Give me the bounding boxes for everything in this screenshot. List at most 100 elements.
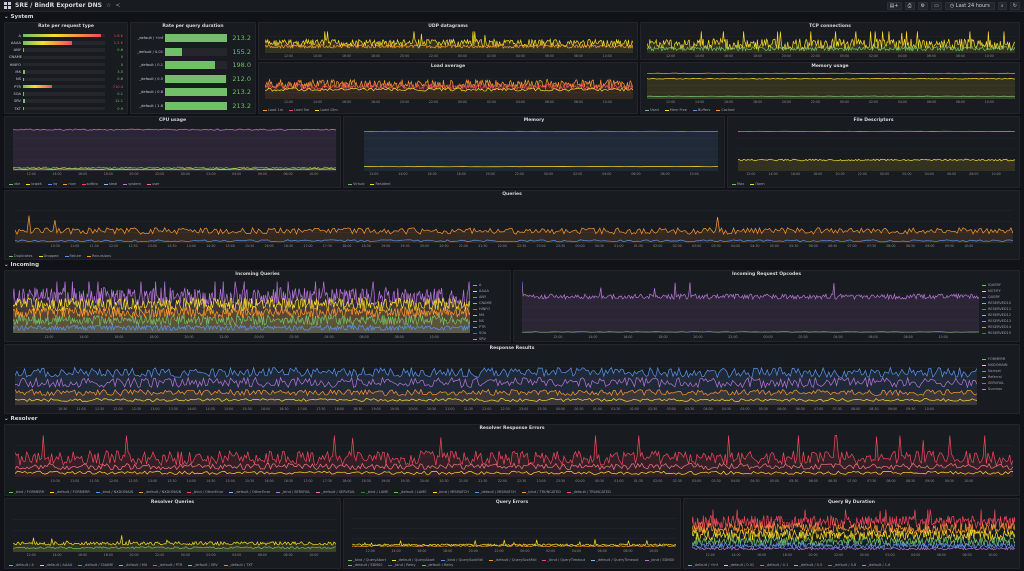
share-icon[interactable]: <: [115, 2, 120, 9]
legend-item[interactable]: Dropped: [38, 254, 59, 258]
legend-item[interactable]: _default / FORMERR: [50, 490, 90, 494]
legend-item[interactable]: HINFO: [473, 307, 507, 311]
memory-chart[interactable]: [364, 127, 718, 171]
legend-item[interactable]: RESERVED14: [982, 325, 1016, 329]
dashboards-grid-icon[interactable]: [4, 2, 11, 9]
legend-item[interactable]: _bind / FORMERR: [9, 490, 44, 494]
legend-item[interactable]: user: [146, 182, 160, 186]
panel-title[interactable]: Incoming Queries: [5, 272, 510, 277]
panel-title[interactable]: Rate per request type: [5, 24, 127, 29]
legend-item[interactable]: _bind / LAME: [360, 490, 388, 494]
legend-item[interactable]: _default / 1.6: [862, 563, 890, 567]
legend-item[interactable]: Cached: [716, 108, 734, 112]
legend-item[interactable]: NXDOMAIN: [982, 363, 1016, 367]
response-results-chart[interactable]: [15, 355, 977, 405]
legend-item[interactable]: RESERVED11: [982, 307, 1016, 311]
legend-item[interactable]: _bind / NXDOMAIN: [95, 490, 133, 494]
legend-item[interactable]: SERVFAIL: [982, 381, 1016, 385]
settings-gear-icon[interactable]: ⚙: [917, 1, 929, 10]
legend-item[interactable]: RESERVED13: [982, 319, 1016, 323]
panel-title[interactable]: UDP datagrams: [259, 24, 637, 29]
legend-item[interactable]: _bind / QuerySockFail: [440, 558, 483, 562]
legend-item[interactable]: QUERY: [982, 295, 1016, 299]
panel-title[interactable]: Rate per query duration: [131, 24, 255, 29]
legend-item[interactable]: _default / TXT: [223, 563, 253, 567]
legend-item[interactable]: Recursions: [87, 254, 111, 258]
cpu-chart[interactable]: [13, 127, 336, 171]
legend-item[interactable]: _default / QueryTimeout: [591, 558, 639, 562]
legend-item[interactable]: IQUERY: [982, 283, 1016, 287]
legend-item[interactable]: NS: [473, 319, 507, 323]
legend-item[interactable]: NOTIFY: [982, 289, 1016, 293]
legend-item[interactable]: _default / 0.5: [794, 563, 822, 567]
legend-item[interactable]: _default / 0.1: [760, 563, 788, 567]
legend-item[interactable]: Load 15m: [315, 108, 338, 112]
panel-title[interactable]: Resolver Queries: [5, 500, 340, 505]
legend-item[interactable]: RESERVED12: [982, 313, 1016, 317]
panel-title[interactable]: Load average: [259, 64, 637, 69]
query-errors-chart[interactable]: [352, 509, 676, 548]
legend-item[interactable]: Resident: [370, 182, 391, 186]
legend-item[interactable]: ANY: [473, 295, 507, 299]
legend-item[interactable]: Buffers: [692, 108, 710, 112]
legend-item[interactable]: softirq: [81, 182, 98, 186]
legend-item[interactable]: _bind / Retry: [388, 563, 416, 567]
panel-title[interactable]: TCP connections: [641, 24, 1019, 29]
legend-item[interactable]: FORMERR: [982, 357, 1016, 361]
legend-item[interactable]: _default / PTR: [153, 563, 182, 567]
panel-title[interactable]: Resolver Response Errors: [5, 426, 1019, 431]
legend-item[interactable]: system: [123, 182, 141, 186]
legend-item[interactable]: Virtual: [348, 182, 364, 186]
legend-item[interactable]: RESERVED15: [982, 331, 1016, 335]
resolver-queries-chart[interactable]: [13, 509, 336, 552]
legend-item[interactable]: Mem Free: [664, 108, 687, 112]
resolver-errors-chart[interactable]: [15, 435, 1013, 477]
memory-usage-chart[interactable]: [647, 72, 1015, 99]
legend-item[interactable]: irq: [47, 182, 57, 186]
legend-item[interactable]: CNAME: [473, 301, 507, 305]
panel-title[interactable]: File Descriptors: [728, 118, 1019, 123]
legend-item[interactable]: _default / TRUNCATED: [566, 490, 611, 494]
panel-title[interactable]: Query By Duration: [684, 500, 1019, 505]
dashboard-title[interactable]: SRE / BindR Exporter DNS: [15, 2, 102, 9]
legend-item[interactable]: _bind / MISMATCH: [432, 490, 469, 494]
legend-item[interactable]: _bind / QueryAbort: [348, 558, 386, 562]
legend-item[interactable]: _default / QueryAbort: [392, 558, 435, 562]
udp-chart[interactable]: [265, 31, 633, 53]
legend-item[interactable]: _default / Retry: [421, 563, 453, 567]
panel-title[interactable]: Incoming Request Opcodes: [514, 272, 1019, 277]
legend-item[interactable]: Load 5m: [289, 108, 309, 112]
legend-item[interactable]: Success: [982, 387, 1016, 391]
legend-item[interactable]: Failure: [64, 254, 81, 258]
legend-item[interactable]: _default / OtherError: [229, 490, 270, 494]
legend-item[interactable]: nice: [63, 182, 76, 186]
query-duration-chart[interactable]: [692, 509, 1015, 552]
legend-item[interactable]: AAAA: [473, 289, 507, 293]
legend-item[interactable]: _default / 0.01: [723, 563, 754, 567]
legend-item[interactable]: _bind / EDNS0: [644, 558, 674, 562]
legend-item[interactable]: _default / EDNS0: [348, 563, 382, 567]
panel-title[interactable]: Queries: [5, 192, 1019, 197]
legend-item[interactable]: _bind / SERVFAIL: [276, 490, 310, 494]
legend-item[interactable]: _bind / QueryTimeout: [542, 558, 585, 562]
legend-item[interactable]: Load 1m: [263, 108, 283, 112]
fd-chart[interactable]: [738, 127, 1015, 171]
legend-item[interactable]: _default / SERVFAIL: [316, 490, 355, 494]
save-button[interactable]: ⎙: [904, 1, 915, 10]
load-chart[interactable]: [265, 72, 633, 99]
legend-item[interactable]: iowait: [26, 182, 42, 186]
legend-item[interactable]: _default / 0.8: [828, 563, 856, 567]
row-resolver[interactable]: ⌄ Resolver: [4, 416, 37, 422]
panel-title[interactable]: Memory: [344, 118, 724, 123]
legend-item[interactable]: Duplicates: [9, 254, 33, 258]
legend-item[interactable]: _default / SRV: [188, 563, 218, 567]
legend-item[interactable]: _default / QuerySockFail: [489, 558, 536, 562]
legend-item[interactable]: PTR: [473, 325, 507, 329]
legend-item[interactable]: _default / LAME: [394, 490, 427, 494]
queries-chart[interactable]: [15, 200, 1013, 243]
legend-item[interactable]: _default / A: [9, 563, 34, 567]
legend-item[interactable]: MX: [473, 313, 507, 317]
opcodes-chart[interactable]: [522, 281, 979, 333]
legend-item[interactable]: _default / AAAA: [39, 563, 72, 567]
legend-item[interactable]: idle: [9, 182, 20, 186]
